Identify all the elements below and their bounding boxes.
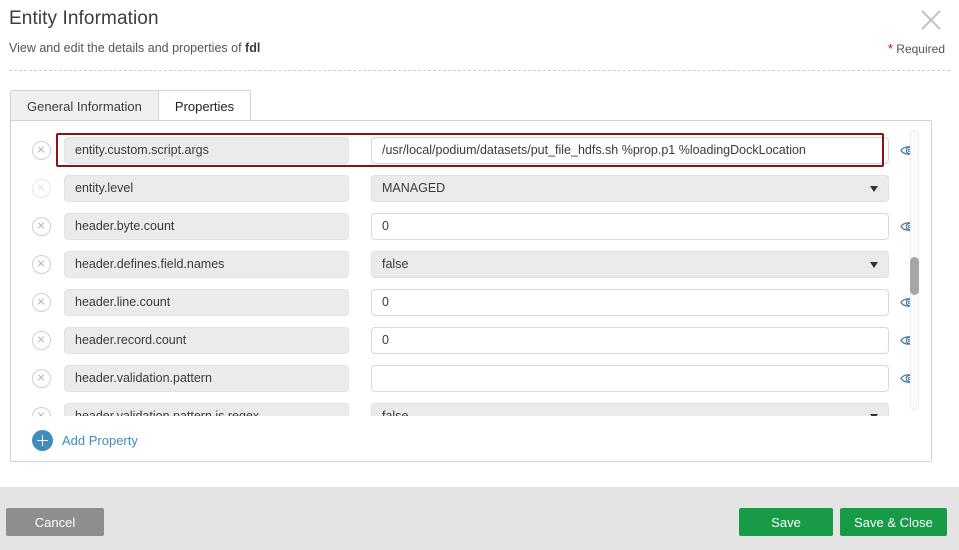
- properties-scrollbar-track[interactable]: [910, 130, 919, 410]
- property-value-select[interactable]: false: [371, 402, 889, 416]
- delete-property-icon[interactable]: [32, 330, 51, 350]
- property-row: header.line.count 0: [11, 283, 915, 321]
- dialog-footer: Cancel Save Save & Close: [0, 487, 959, 550]
- property-value-wrapper: false: [371, 402, 889, 416]
- delete-property-icon[interactable]: [32, 292, 51, 312]
- property-row: header.defines.field.names false: [11, 245, 915, 283]
- property-key-input[interactable]: entity.custom.script.args: [64, 136, 349, 164]
- property-row: entity.custom.script.args/usr/local/podi…: [11, 131, 915, 169]
- dialog-header: Entity Information View and edit the det…: [0, 0, 959, 72]
- tab-general-information[interactable]: General Information: [10, 90, 159, 121]
- required-legend: * Required: [888, 41, 945, 56]
- plus-icon: [32, 430, 53, 451]
- tab-properties[interactable]: Properties: [157, 90, 252, 121]
- chevron-down-icon[interactable]: [870, 185, 878, 192]
- cancel-button[interactable]: Cancel: [6, 508, 104, 536]
- property-value-input[interactable]: 0: [371, 326, 889, 354]
- save-button[interactable]: Save: [739, 508, 833, 536]
- property-value-input[interactable]: /usr/local/podium/datasets/put_file_hdfs…: [371, 136, 889, 164]
- required-asterisk: *: [887, 41, 893, 56]
- property-key-input[interactable]: entity.level: [64, 174, 349, 202]
- property-row: header.record.count 0: [11, 321, 915, 359]
- property-value-input[interactable]: 0: [371, 212, 889, 240]
- delete-property-icon[interactable]: [32, 140, 51, 160]
- property-value-wrapper: 0: [371, 326, 889, 354]
- delete-property-icon[interactable]: [32, 178, 51, 198]
- chevron-down-icon[interactable]: [870, 413, 878, 416]
- header-divider: [9, 70, 950, 71]
- properties-scrollbar-thumb[interactable]: [910, 257, 919, 295]
- close-icon[interactable]: [917, 6, 945, 34]
- property-key-input[interactable]: header.line.count: [64, 288, 349, 316]
- property-value-select[interactable]: false: [371, 250, 889, 278]
- property-value-input[interactable]: 0: [371, 288, 889, 316]
- subtitle-text: View and edit the details and properties…: [9, 41, 246, 55]
- property-value-wrapper: /usr/local/podium/datasets/put_file_hdfs…: [371, 136, 889, 164]
- delete-property-icon[interactable]: [32, 368, 51, 388]
- property-value-wrapper: false: [371, 250, 889, 278]
- properties-panel: entity.custom.script.args/usr/local/podi…: [10, 120, 932, 462]
- property-row: header.validation.pattern.is.regex false: [11, 397, 915, 416]
- property-value-input[interactable]: [371, 364, 889, 392]
- visibility-eye-icon: [900, 410, 915, 417]
- property-key-input[interactable]: header.validation.pattern.is.regex: [64, 402, 349, 416]
- property-row: header.validation.pattern: [11, 359, 915, 397]
- property-row: entity.level MANAGED: [11, 169, 915, 207]
- property-value-wrapper: MANAGED: [371, 174, 889, 202]
- add-property-button[interactable]: Add Property: [32, 430, 138, 451]
- property-key-input[interactable]: header.validation.pattern: [64, 364, 349, 392]
- delete-property-icon[interactable]: [32, 216, 51, 236]
- properties-rows-container: entity.custom.script.args/usr/local/podi…: [11, 121, 915, 416]
- property-key-input[interactable]: header.record.count: [64, 326, 349, 354]
- required-label: Required: [896, 42, 945, 56]
- property-key-input[interactable]: header.byte.count: [64, 212, 349, 240]
- save-and-close-button[interactable]: Save & Close: [840, 508, 947, 536]
- subtitle-entity-name: fdl: [245, 41, 261, 55]
- add-property-label: Add Property: [62, 433, 138, 448]
- property-value-wrapper: [371, 364, 889, 392]
- delete-property-icon[interactable]: [32, 406, 51, 416]
- chevron-down-icon[interactable]: [870, 261, 878, 268]
- property-row: header.byte.count 0: [11, 207, 915, 245]
- dialog-subtitle: View and edit the details and properties…: [9, 41, 260, 55]
- property-value-wrapper: 0: [371, 212, 889, 240]
- delete-property-icon[interactable]: [32, 254, 51, 274]
- property-value-select[interactable]: MANAGED: [371, 174, 889, 202]
- property-value-wrapper: 0: [371, 288, 889, 316]
- page-title: Entity Information: [9, 8, 159, 29]
- entity-information-dialog: Entity Information View and edit the det…: [0, 0, 959, 550]
- property-key-input[interactable]: header.defines.field.names: [64, 250, 349, 278]
- tab-bar: General Information Properties: [10, 90, 252, 121]
